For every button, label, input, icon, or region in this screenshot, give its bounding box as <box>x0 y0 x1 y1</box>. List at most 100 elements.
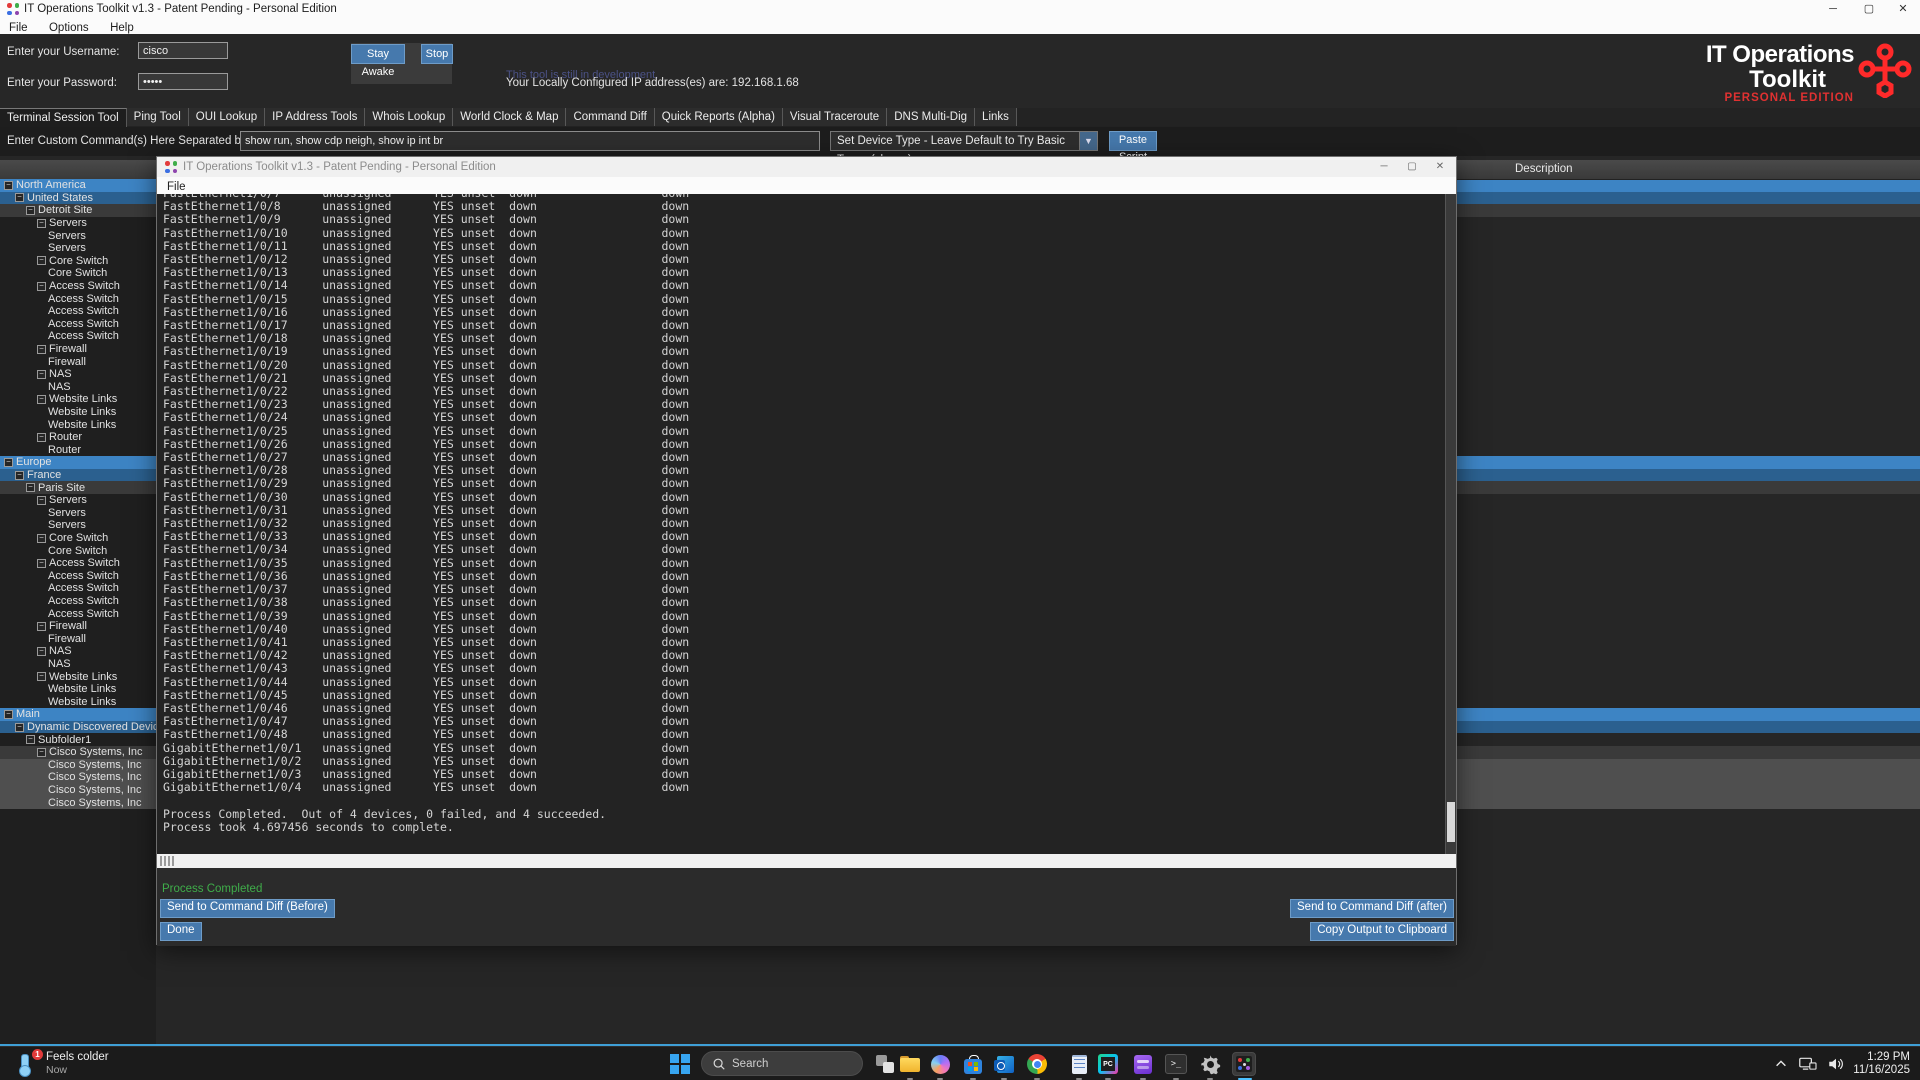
microsoft-store-icon[interactable] <box>961 1052 985 1076</box>
tree-row[interactable]: Servers <box>0 229 156 242</box>
clock[interactable]: 1:29 PM 11/16/2025 <box>1853 1051 1910 1077</box>
tree-row[interactable]: Cisco Systems, Inc <box>0 759 156 772</box>
tree-row[interactable]: Firewall <box>0 355 156 368</box>
tree-row[interactable]: −North America <box>0 179 156 192</box>
username-input[interactable] <box>138 42 228 59</box>
tab-visual-traceroute[interactable]: Visual Traceroute <box>783 108 887 126</box>
collapse-icon[interactable]: − <box>15 193 24 202</box>
tree-row[interactable]: −France <box>0 469 156 482</box>
tree-row[interactable]: −NAS <box>0 368 156 381</box>
tree-row[interactable]: −Paris Site <box>0 481 156 494</box>
tab-ping-tool[interactable]: Ping Tool <box>127 108 189 126</box>
tree-row[interactable]: −Subfolder1 <box>0 733 156 746</box>
command-input[interactable] <box>240 131 820 151</box>
tree-row[interactable]: −Router <box>0 431 156 444</box>
send-command-diff-after-button[interactable]: Send to Command Diff (after) <box>1290 899 1454 918</box>
collapse-icon[interactable]: − <box>37 534 46 543</box>
tree-row[interactable]: Access Switch <box>0 305 156 318</box>
collapse-icon[interactable]: − <box>37 622 46 631</box>
send-command-diff-before-button[interactable]: Send to Command Diff (Before) <box>160 899 335 918</box>
close-button[interactable]: ✕ <box>1888 0 1918 18</box>
pycharm-icon[interactable]: PC <box>1096 1052 1120 1076</box>
collapse-icon[interactable]: − <box>15 723 24 732</box>
file-explorer-icon[interactable] <box>898 1052 922 1076</box>
tree-row[interactable]: −United States <box>0 192 156 205</box>
collapse-icon[interactable]: − <box>37 647 46 656</box>
tree-row[interactable]: Cisco Systems, Inc <box>0 784 156 797</box>
collapse-icon[interactable]: − <box>4 710 13 719</box>
tree-row[interactable]: −Servers <box>0 217 156 230</box>
tree-row[interactable]: −Main <box>0 708 156 721</box>
scrollbar-grip[interactable] <box>160 856 174 866</box>
it-toolkit-app-icon[interactable] <box>1232 1052 1256 1076</box>
tree-row[interactable]: NAS <box>0 381 156 394</box>
copilot-icon[interactable] <box>928 1052 952 1076</box>
collapse-icon[interactable]: − <box>4 181 13 190</box>
notepad-icon[interactable] <box>1067 1052 1091 1076</box>
collapse-icon[interactable]: − <box>37 559 46 568</box>
tree-row[interactable]: −Detroit Site <box>0 204 156 217</box>
collapse-icon[interactable]: − <box>26 483 35 492</box>
dialog-close-button[interactable]: ✕ <box>1426 158 1454 176</box>
terminal-icon[interactable]: >_ <box>1164 1052 1188 1076</box>
tree-row[interactable]: −Core Switch <box>0 255 156 268</box>
purple-app-icon[interactable] <box>1131 1052 1155 1076</box>
tab-world-clock-map[interactable]: World Clock & Map <box>453 108 566 126</box>
tree-row[interactable]: −Cisco Systems, Inc <box>0 746 156 759</box>
collapse-icon[interactable]: − <box>4 458 13 467</box>
collapse-icon[interactable]: − <box>26 735 35 744</box>
tree-row[interactable]: −Website Links <box>0 393 156 406</box>
tree-row[interactable]: Firewall <box>0 633 156 646</box>
speaker-icon[interactable] <box>1827 1055 1845 1073</box>
tab-terminal-session-tool[interactable]: Terminal Session Tool <box>0 108 127 127</box>
tab-whois-lookup[interactable]: Whois Lookup <box>365 108 453 126</box>
collapse-icon[interactable]: − <box>26 206 35 215</box>
tree-row[interactable]: Access Switch <box>0 607 156 620</box>
done-button[interactable]: Done <box>160 922 202 941</box>
tree-row[interactable]: NAS <box>0 658 156 671</box>
maximize-button[interactable]: ▢ <box>1854 0 1884 18</box>
settings-gear-icon[interactable] <box>1198 1052 1222 1076</box>
tab-command-diff[interactable]: Command Diff <box>566 108 654 126</box>
tab-dns-multi-dig[interactable]: DNS Multi-Dig <box>887 108 975 126</box>
tree-row[interactable]: −Core Switch <box>0 532 156 545</box>
collapse-icon[interactable]: − <box>37 672 46 681</box>
stop-button[interactable]: Stop <box>421 44 453 64</box>
tray-chevron-up-icon[interactable] <box>1774 1057 1788 1071</box>
tree-row[interactable]: Website Links <box>0 696 156 709</box>
tree-row[interactable]: −NAS <box>0 645 156 658</box>
tree-row[interactable]: Router <box>0 444 156 457</box>
collapse-icon[interactable]: − <box>37 433 46 442</box>
tree-row[interactable]: −Firewall <box>0 343 156 356</box>
task-view-button[interactable] <box>873 1052 897 1076</box>
password-input[interactable] <box>138 73 228 90</box>
tree-row[interactable]: −Dynamic Discovered Devices <box>0 721 156 734</box>
tree-row[interactable]: −Access Switch <box>0 557 156 570</box>
dialog-minimize-button[interactable]: ─ <box>1370 158 1398 176</box>
collapse-icon[interactable]: − <box>15 471 24 480</box>
tree-row[interactable]: Website Links <box>0 683 156 696</box>
paste-script-button[interactable]: Paste Script <box>1109 131 1157 151</box>
tree-row[interactable]: −Servers <box>0 494 156 507</box>
tree-row[interactable]: Cisco Systems, Inc <box>0 796 156 809</box>
tab-ip-address-tools[interactable]: IP Address Tools <box>265 108 365 126</box>
copy-output-button[interactable]: Copy Output to Clipboard <box>1310 922 1454 941</box>
collapse-icon[interactable]: − <box>37 496 46 505</box>
tree-row[interactable]: Access Switch <box>0 595 156 608</box>
dialog-maximize-button[interactable]: ▢ <box>1398 158 1426 176</box>
collapse-icon[interactable]: − <box>37 219 46 228</box>
tree-row[interactable]: Access Switch <box>0 318 156 331</box>
device-type-select[interactable]: Set Device Type - Leave Default to Try B… <box>830 131 1098 151</box>
stay-awake-button[interactable]: Stay Awake <box>351 44 405 64</box>
scrollbar-thumb[interactable] <box>1447 802 1455 842</box>
tree-row[interactable]: Servers <box>0 242 156 255</box>
tab-links[interactable]: Links <box>975 108 1017 126</box>
outlook-icon[interactable] <box>992 1052 1016 1076</box>
tree-row[interactable]: Access Switch <box>0 330 156 343</box>
collapse-icon[interactable]: − <box>37 282 46 291</box>
weather-widget[interactable]: 1 Feels colder Now <box>14 1050 109 1076</box>
collapse-icon[interactable]: − <box>37 395 46 404</box>
collapse-icon[interactable]: − <box>37 345 46 354</box>
start-button[interactable] <box>670 1054 690 1074</box>
tree-row[interactable]: Access Switch <box>0 292 156 305</box>
